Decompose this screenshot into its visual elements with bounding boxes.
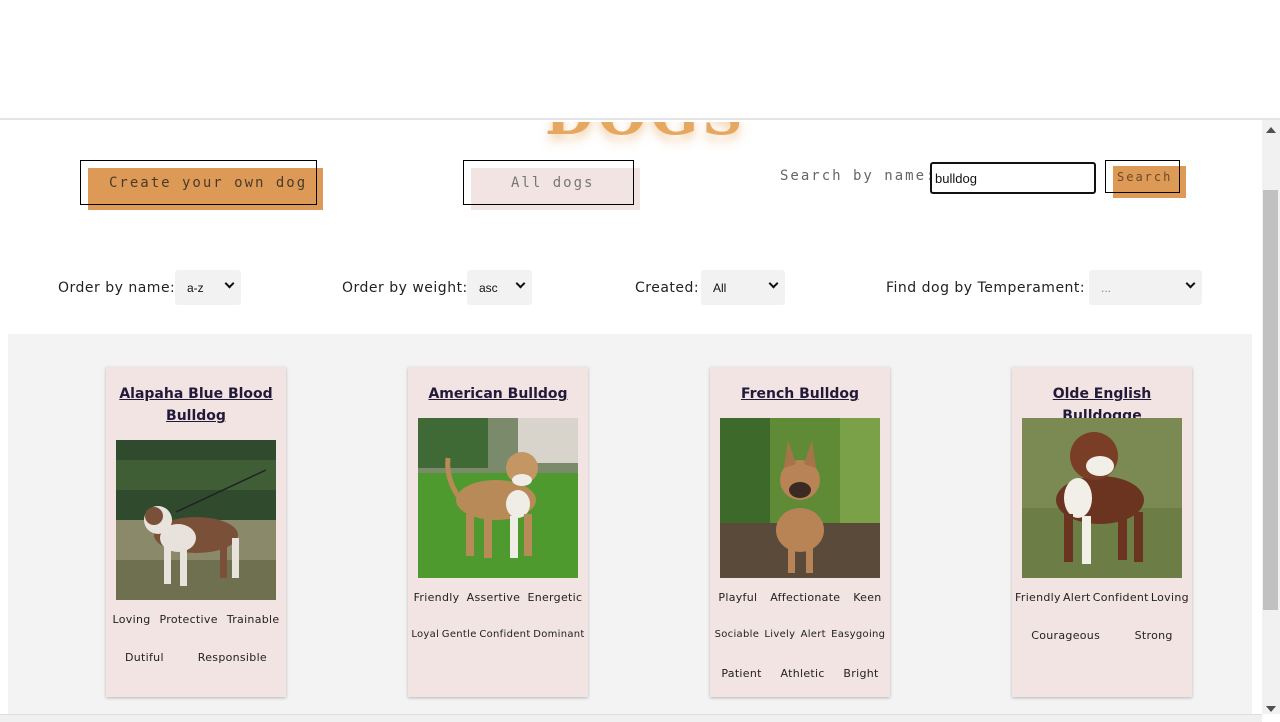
order-weight-value: asc [479, 281, 498, 295]
temperament-tag: Easygoing [831, 629, 886, 640]
temperament-tag: Protective [159, 613, 218, 626]
dog-card[interactable]: French Bulldog Playful Affectionate Keen… [710, 367, 890, 697]
scrollbar-thumb[interactable] [1263, 190, 1278, 610]
temperament-row: Patient Athletic Bright [712, 667, 888, 705]
temperament-tag: Loving [112, 613, 151, 626]
order-weight-select[interactable]: asc [467, 270, 532, 305]
order-name-value: a-z [187, 281, 204, 295]
temperament-list: Friendly Alert Confident Loving Courageo… [1014, 591, 1190, 667]
temperament-row: Playful Affectionate Keen [712, 591, 888, 629]
temperament-tag: Friendly [1015, 591, 1061, 604]
temperament-tag: Assertive [466, 591, 521, 604]
temperament-select[interactable]: ... [1089, 270, 1202, 305]
temperament-tag: Courageous [1031, 629, 1101, 642]
chevron-down-icon [515, 278, 526, 289]
temperament-tag: Keen [853, 591, 882, 604]
temperament-tag: Sociable [714, 629, 760, 640]
temperament-row: Friendly Assertive Energetic [410, 591, 586, 629]
temperament-tag: Responsible [197, 651, 267, 664]
temperament-tag: Confident [479, 629, 531, 640]
scroll-down-arrow-icon[interactable] [1266, 706, 1276, 712]
temperament-list: Playful Affectionate Keen Sociable Livel… [712, 591, 888, 705]
temperament-row: Dutiful Responsible [108, 651, 284, 689]
dog-image [1022, 418, 1182, 578]
temperament-tag: Affectionate [770, 591, 841, 604]
dog-card[interactable]: American Bulldog Friendly Assertive Ener… [408, 367, 588, 697]
temperament-value: ... [1101, 281, 1112, 295]
dog-card[interactable]: Alapaha Blue Blood Bulldog Loving Protec… [106, 367, 286, 697]
temperament-tag: Athletic [780, 667, 825, 680]
filter-row: Order by name: a-z Order by weight: asc … [0, 270, 1262, 306]
temperament-row: Sociable Lively Alert Easygoing [712, 629, 888, 667]
dog-card[interactable]: Olde English Bulldogge Friendly Alert Co… [1012, 367, 1192, 697]
dog-image [418, 418, 578, 578]
temperament-tag: Lively [764, 629, 796, 640]
search-input[interactable] [930, 162, 1096, 194]
all-dogs-button[interactable]: All dogs [463, 160, 643, 212]
temperament-tag: Trainable [226, 613, 280, 626]
order-name-label: Order by name: [58, 280, 176, 296]
created-label: Created: [635, 280, 700, 296]
search-button-label: Search [1117, 170, 1173, 184]
temperament-row: Loving Protective Trainable [108, 613, 284, 651]
temperament-list: Loving Protective Trainable Dutiful Resp… [108, 613, 284, 689]
page-title: DOGS [545, 122, 747, 148]
all-dogs-button-label: All dogs [511, 175, 595, 191]
dog-name-link[interactable]: Alapaha Blue Blood Bulldog [112, 383, 280, 427]
temperament-tag: Loyal [411, 629, 440, 640]
scroll-up-arrow-icon[interactable] [1266, 127, 1276, 133]
create-dog-button[interactable]: Create your own dog [80, 160, 325, 212]
chevron-down-icon [224, 278, 235, 289]
temperament-tag: Patient [721, 667, 762, 680]
temperament-tag: Confident [1092, 591, 1149, 604]
temperament-row: Friendly Alert Confident Loving [1014, 591, 1190, 629]
temperament-tag: Alert [1062, 591, 1091, 604]
top-blank-area [0, 0, 1280, 120]
temperament-tag: Loving [1150, 591, 1189, 604]
temperament-tag: Strong [1134, 629, 1173, 642]
temperament-tag: Playful [718, 591, 758, 604]
dog-card-grid: Alapaha Blue Blood Bulldog Loving Protec… [8, 334, 1252, 714]
dog-image [720, 418, 880, 578]
dog-name-link[interactable]: American Bulldog [414, 383, 582, 405]
order-name-select[interactable]: a-z [175, 270, 241, 305]
chevron-down-icon [768, 278, 779, 289]
temperament-label: Find dog by Temperament: [886, 280, 1086, 296]
temperament-tag: Energetic [527, 591, 583, 604]
temperament-row: Courageous Strong [1014, 629, 1190, 667]
temperament-tag: Dominant [533, 629, 585, 640]
created-value: All [713, 281, 727, 295]
order-weight-label: Order by weight: [342, 280, 468, 296]
dog-image [116, 440, 276, 600]
temperament-tag: Bright [843, 667, 879, 680]
page-content: DOGS Create your own dog All dogs Search… [0, 122, 1262, 714]
temperament-tag: Gentle [441, 629, 477, 640]
temperament-row: Loyal Gentle Confident Dominant [410, 629, 586, 667]
temperament-tag: Dutiful [124, 651, 164, 664]
create-button-label: Create your own dog [109, 175, 308, 191]
bottom-edge [0, 714, 1262, 722]
temperament-tag: Alert [800, 629, 826, 640]
search-button[interactable]: Search [1105, 160, 1187, 200]
search-label: Search by name: [780, 168, 937, 184]
temperament-tag: Friendly [413, 591, 460, 604]
temperament-list: Friendly Assertive Energetic Loyal Gentl… [410, 591, 586, 667]
chevron-down-icon [1185, 278, 1196, 289]
created-select[interactable]: All [701, 270, 785, 305]
dog-name-link[interactable]: French Bulldog [716, 383, 884, 405]
